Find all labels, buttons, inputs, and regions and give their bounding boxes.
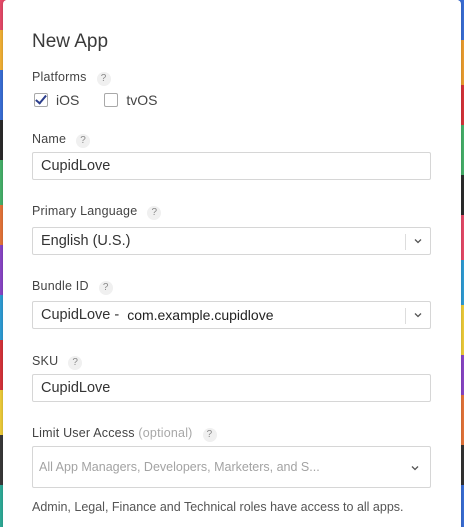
user-access-multiselect[interactable]: All App Managers, Developers, Marketers,… (32, 446, 431, 488)
bundle-id-label-row: Bundle ID? (32, 279, 113, 295)
platform-ios-option[interactable]: iOS (34, 92, 79, 108)
user-access-placeholder: All App Managers, Developers, Marketers,… (39, 460, 320, 474)
access-note: Admin, Legal, Finance and Technical role… (32, 500, 404, 514)
platform-tvos-option[interactable]: tvOS (104, 92, 157, 108)
tvos-label: tvOS (126, 92, 158, 108)
primary-language-label: Primary Language (32, 204, 138, 218)
platforms-label-row: Platforms? (32, 70, 111, 86)
chevron-down-icon[interactable] (413, 310, 423, 320)
platforms-label: Platforms (32, 70, 87, 84)
dialog-title: New App (32, 31, 109, 52)
bundle-id-help-icon[interactable]: ? (98, 281, 113, 295)
ios-label: iOS (56, 92, 80, 108)
user-access-label: Limit User Access (32, 426, 135, 440)
name-label: Name (32, 132, 67, 146)
bundle-id-label: Bundle ID (32, 279, 89, 293)
name-value: CupidLove (41, 158, 111, 174)
chevron-down-icon[interactable] (410, 463, 420, 473)
ios-checkbox[interactable] (34, 93, 48, 107)
sku-input[interactable]: CupidLove (32, 374, 431, 402)
primary-language-label-row: Primary Language? (32, 204, 162, 220)
sku-value: CupidLove (41, 380, 111, 396)
name-help-icon[interactable]: ? (76, 134, 91, 148)
bundle-id-prefix: CupidLove - (41, 307, 120, 323)
optional-tag: (optional) (138, 426, 193, 440)
user-access-help-icon[interactable]: ? (202, 428, 217, 442)
sku-label-row: SKU? (32, 354, 83, 370)
sku-help-icon[interactable]: ? (68, 356, 83, 370)
name-label-row: Name? (32, 132, 91, 148)
chevron-down-icon[interactable] (413, 236, 423, 246)
tvos-checkbox[interactable] (104, 93, 119, 107)
sku-label: SKU (32, 354, 59, 368)
primary-language-help-icon[interactable]: ? (147, 206, 162, 220)
platforms-help-icon[interactable]: ? (96, 72, 111, 86)
select-divider (405, 308, 406, 324)
select-divider (405, 234, 406, 250)
new-app-dialog: New App Platforms? iOS tvOS Name? CupidL… (3, 0, 461, 527)
name-input[interactable]: CupidLove (32, 152, 431, 180)
bundle-id-value: com.example.cupidlove (127, 307, 274, 323)
screen: New App Platforms? iOS tvOS Name? CupidL… (0, 0, 464, 527)
bundle-id-select[interactable]: CupidLove - com.example.cupidlove (32, 301, 431, 329)
primary-language-select[interactable]: English (U.S.) (32, 227, 431, 255)
platforms-options: iOS tvOS (34, 92, 182, 108)
user-access-label-row: Limit User Access (optional)? (32, 426, 217, 442)
primary-language-value: English (U.S.) (41, 233, 131, 249)
